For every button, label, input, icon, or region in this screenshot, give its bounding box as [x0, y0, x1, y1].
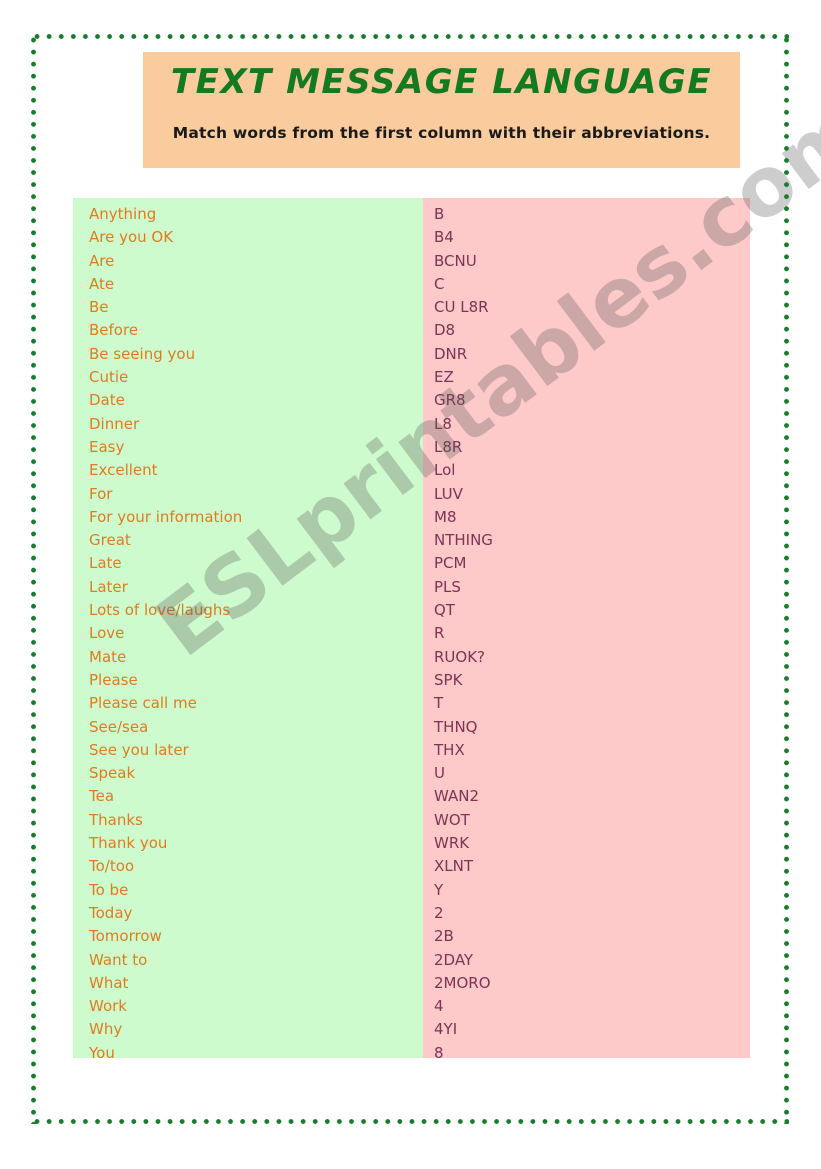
table-row[interactable]: WAN2	[423, 785, 750, 808]
table-row[interactable]: To be	[73, 879, 423, 902]
words-column: Anything Are you OK Are Ate Be Before Be seein…	[73, 198, 423, 1062]
table-row[interactable]: GR8	[423, 389, 750, 412]
table-row[interactable]: WOT	[423, 809, 750, 832]
table-row[interactable]: L8	[423, 413, 750, 436]
table-row[interactable]: See you later	[73, 739, 423, 762]
table-row[interactable]: Excellent	[73, 459, 423, 482]
table-row[interactable]: Please	[73, 669, 423, 692]
table-row[interactable]: DNR	[423, 343, 750, 366]
matching-exercise-table: Anything Are you OK Are Ate Be Before Be seein…	[73, 198, 750, 1062]
table-row[interactable]: Easy	[73, 436, 423, 459]
table-row[interactable]: Ate	[73, 273, 423, 296]
table-row[interactable]: EZ	[423, 366, 750, 389]
table-row[interactable]: XLNT	[423, 855, 750, 878]
table-row[interactable]: Lol	[423, 459, 750, 482]
page-border-left	[31, 34, 36, 1124]
table-row[interactable]: Y	[423, 879, 750, 902]
table-row[interactable]: 2B	[423, 925, 750, 948]
table-row[interactable]: B4	[423, 226, 750, 249]
table-row[interactable]: M8	[423, 506, 750, 529]
table-row[interactable]: Thank you	[73, 832, 423, 855]
table-row[interactable]: Are you OK	[73, 226, 423, 249]
table-row[interactable]: Mate	[73, 646, 423, 669]
worksheet-title: TEXT MESSAGE LANGUAGE	[170, 62, 713, 102]
table-row[interactable]: C	[423, 273, 750, 296]
table-row[interactable]: Are	[73, 250, 423, 273]
table-row[interactable]: Later	[73, 576, 423, 599]
table-row[interactable]: Tea	[73, 785, 423, 808]
table-row[interactable]: T	[423, 692, 750, 715]
table-row[interactable]: Today	[73, 902, 423, 925]
table-row[interactable]: To/too	[73, 855, 423, 878]
table-row[interactable]: U	[423, 762, 750, 785]
table-row[interactable]: Anything	[73, 203, 423, 226]
page-border-bottom	[31, 1119, 789, 1124]
table-row[interactable]: What	[73, 972, 423, 995]
table-row[interactable]: Cutie	[73, 366, 423, 389]
table-row[interactable]: QT	[423, 599, 750, 622]
table-row[interactable]: See/sea	[73, 716, 423, 739]
page-border-right	[784, 34, 789, 1124]
table-row[interactable]: Before	[73, 319, 423, 342]
table-row[interactable]: B	[423, 203, 750, 226]
table-row[interactable]: Want to	[73, 949, 423, 972]
table-row[interactable]: SPK	[423, 669, 750, 692]
table-row[interactable]: LUV	[423, 483, 750, 506]
words-list: Anything Are you OK Are Ate Be Before Be seein…	[73, 203, 423, 1065]
table-row[interactable]: Please call me	[73, 692, 423, 715]
table-row[interactable]: THNQ	[423, 716, 750, 739]
table-row[interactable]: You	[73, 1042, 423, 1065]
table-row[interactable]: Be	[73, 296, 423, 319]
table-row[interactable]: BCNU	[423, 250, 750, 273]
table-row[interactable]: Lots of love/laughs	[73, 599, 423, 622]
table-row[interactable]: 8	[423, 1042, 750, 1065]
table-row[interactable]: Why	[73, 1018, 423, 1041]
table-row[interactable]: 2DAY	[423, 949, 750, 972]
table-row[interactable]: 2MORO	[423, 972, 750, 995]
table-row[interactable]: Date	[73, 389, 423, 412]
table-row[interactable]: Work	[73, 995, 423, 1018]
table-row[interactable]: R	[423, 622, 750, 645]
table-row[interactable]: L8R	[423, 436, 750, 459]
table-row[interactable]: NTHING	[423, 529, 750, 552]
table-row[interactable]: CU L8R	[423, 296, 750, 319]
table-row[interactable]: Great	[73, 529, 423, 552]
table-row[interactable]: 4	[423, 995, 750, 1018]
table-row[interactable]: WRK	[423, 832, 750, 855]
header-panel: TEXT MESSAGE LANGUAGE Match words from t…	[143, 52, 740, 168]
table-row[interactable]: THX	[423, 739, 750, 762]
table-row[interactable]: Love	[73, 622, 423, 645]
page-border-top	[31, 34, 789, 39]
table-row[interactable]: PLS	[423, 576, 750, 599]
abbreviations-column: B B4 BCNU C CU L8R D8 DNR EZ GR8 L8 L8R Lol LUV M8 NTH…	[423, 198, 750, 1062]
table-row[interactable]: Thanks	[73, 809, 423, 832]
table-row[interactable]: Dinner	[73, 413, 423, 436]
table-row[interactable]: 4YI	[423, 1018, 750, 1041]
table-row[interactable]: Be seeing you	[73, 343, 423, 366]
table-row[interactable]: D8	[423, 319, 750, 342]
table-row[interactable]: 2	[423, 902, 750, 925]
table-row[interactable]: Late	[73, 552, 423, 575]
table-row[interactable]: Speak	[73, 762, 423, 785]
table-row[interactable]: For your information	[73, 506, 423, 529]
abbreviations-list: B B4 BCNU C CU L8R D8 DNR EZ GR8 L8 L8R Lol LUV M8 NTH…	[423, 203, 750, 1065]
table-row[interactable]: RUOK?	[423, 646, 750, 669]
worksheet-instructions: Match words from the first column with t…	[172, 124, 711, 142]
table-row[interactable]: For	[73, 483, 423, 506]
table-row[interactable]: Tomorrow	[73, 925, 423, 948]
table-row[interactable]: PCM	[423, 552, 750, 575]
